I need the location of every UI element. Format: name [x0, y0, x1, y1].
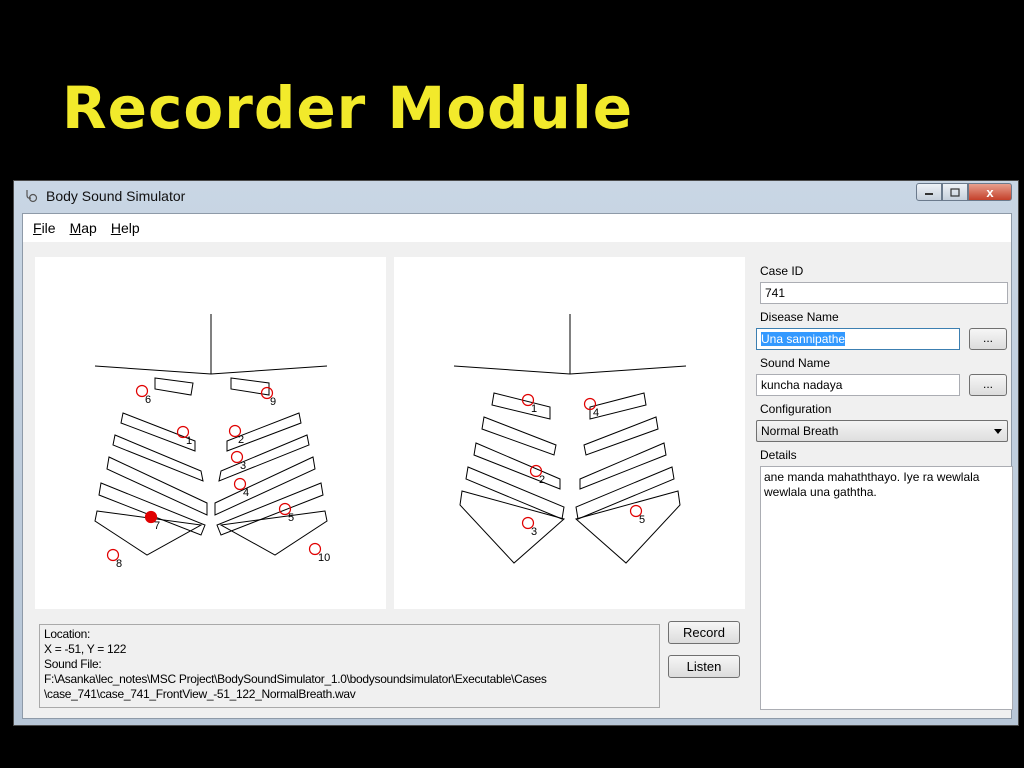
case-id-label: Case ID	[760, 264, 804, 278]
auscultation-point[interactable]: 7	[144, 510, 161, 533]
point-label: 8	[116, 558, 122, 570]
auscultation-point[interactable]: 2	[228, 424, 245, 447]
front-view-canvas[interactable]: 1 2 3 4 5 6 7 8 9 10	[35, 257, 386, 609]
minimize-icon	[925, 193, 933, 195]
sound-file-label: Sound File:	[44, 657, 102, 671]
point-label: 7	[154, 520, 160, 532]
location-coords: X = -51, Y = 122	[44, 642, 127, 656]
sound-file-path-line1: F:\Asanka\lec_notes\MSC Project\BodySoun…	[44, 672, 547, 686]
slide-title: Recorder Module	[62, 74, 634, 142]
point-label: 9	[270, 396, 276, 408]
auscultation-point[interactable]: 3	[521, 516, 538, 539]
location-label: Location:	[44, 627, 91, 641]
auscultation-point[interactable]: 5	[278, 502, 295, 525]
details-textarea[interactable]: ane manda mahaththayo. Iye ra wewlala we…	[760, 466, 1013, 710]
sound-browse-button[interactable]: ...	[969, 374, 1007, 396]
disease-name-value: Una sannipathe	[761, 332, 846, 346]
record-button[interactable]: Record	[668, 621, 740, 644]
app-window: Body Sound Simulator x File Map Help 1 2…	[13, 180, 1019, 726]
configuration-select[interactable]: Normal Breath	[756, 420, 1008, 442]
maximize-button[interactable]	[942, 183, 968, 201]
title-bar[interactable]: Body Sound Simulator x	[14, 181, 1018, 211]
chevron-down-icon	[994, 429, 1002, 434]
point-label: 1	[531, 403, 537, 415]
stethoscope-icon	[26, 190, 38, 203]
auscultation-point[interactable]: 1	[176, 425, 193, 448]
point-label: 4	[243, 487, 249, 499]
menu-map[interactable]: Map	[70, 220, 97, 236]
point-label: 4	[593, 407, 599, 419]
auscultation-point[interactable]: 8	[106, 548, 123, 571]
close-icon: x	[986, 184, 994, 200]
disease-name-field[interactable]: Una sannipathe	[756, 328, 960, 350]
menu-bar: File Map Help	[23, 214, 1011, 242]
auscultation-point[interactable]: 2	[529, 464, 546, 487]
close-button[interactable]: x	[968, 183, 1012, 201]
auscultation-point[interactable]: 4	[583, 397, 600, 420]
menu-file[interactable]: File	[33, 220, 56, 236]
sound-file-path-line2: \case_741\case_741_FrontView_-51_122_Nor…	[44, 687, 356, 701]
auscultation-point[interactable]: 4	[233, 477, 250, 500]
disease-browse-button[interactable]: ...	[969, 328, 1007, 350]
auscultation-point[interactable]: 5	[629, 504, 646, 527]
details-label: Details	[760, 448, 797, 462]
client-area: File Map Help 1 2 3 4 5 6 7 8 9 10 1 4 2…	[22, 213, 1013, 719]
disease-name-label: Disease Name	[760, 310, 839, 324]
point-label: 6	[145, 394, 151, 406]
point-label: 1	[186, 435, 192, 447]
status-panel: Location: X = -51, Y = 122 Sound File: F…	[39, 624, 660, 708]
back-torso-outline	[453, 314, 687, 564]
back-view-canvas[interactable]: 1 4 2 3 5	[394, 257, 745, 609]
sound-name-label: Sound Name	[760, 356, 831, 370]
configuration-value: Normal Breath	[761, 424, 839, 438]
auscultation-point[interactable]: 3	[230, 450, 247, 473]
configuration-label: Configuration	[760, 402, 832, 416]
menu-help[interactable]: Help	[111, 220, 140, 236]
auscultation-point[interactable]: 10	[308, 542, 331, 565]
auscultation-point[interactable]: 6	[135, 384, 152, 407]
window-controls: x	[916, 183, 1012, 203]
window-title: Body Sound Simulator	[46, 188, 186, 204]
point-label: 3	[531, 526, 537, 538]
case-id-field[interactable]: 741	[760, 282, 1008, 304]
point-label: 10	[318, 552, 330, 564]
point-label: 5	[639, 514, 645, 526]
maximize-icon	[950, 187, 960, 197]
point-label: 3	[240, 460, 246, 472]
point-label: 5	[288, 512, 294, 524]
point-label: 2	[238, 434, 244, 446]
listen-button[interactable]: Listen	[668, 655, 740, 678]
sound-name-field[interactable]: kuncha nadaya	[756, 374, 960, 396]
point-label: 2	[539, 474, 545, 486]
auscultation-point[interactable]: 1	[521, 393, 538, 416]
minimize-button[interactable]	[916, 183, 942, 201]
